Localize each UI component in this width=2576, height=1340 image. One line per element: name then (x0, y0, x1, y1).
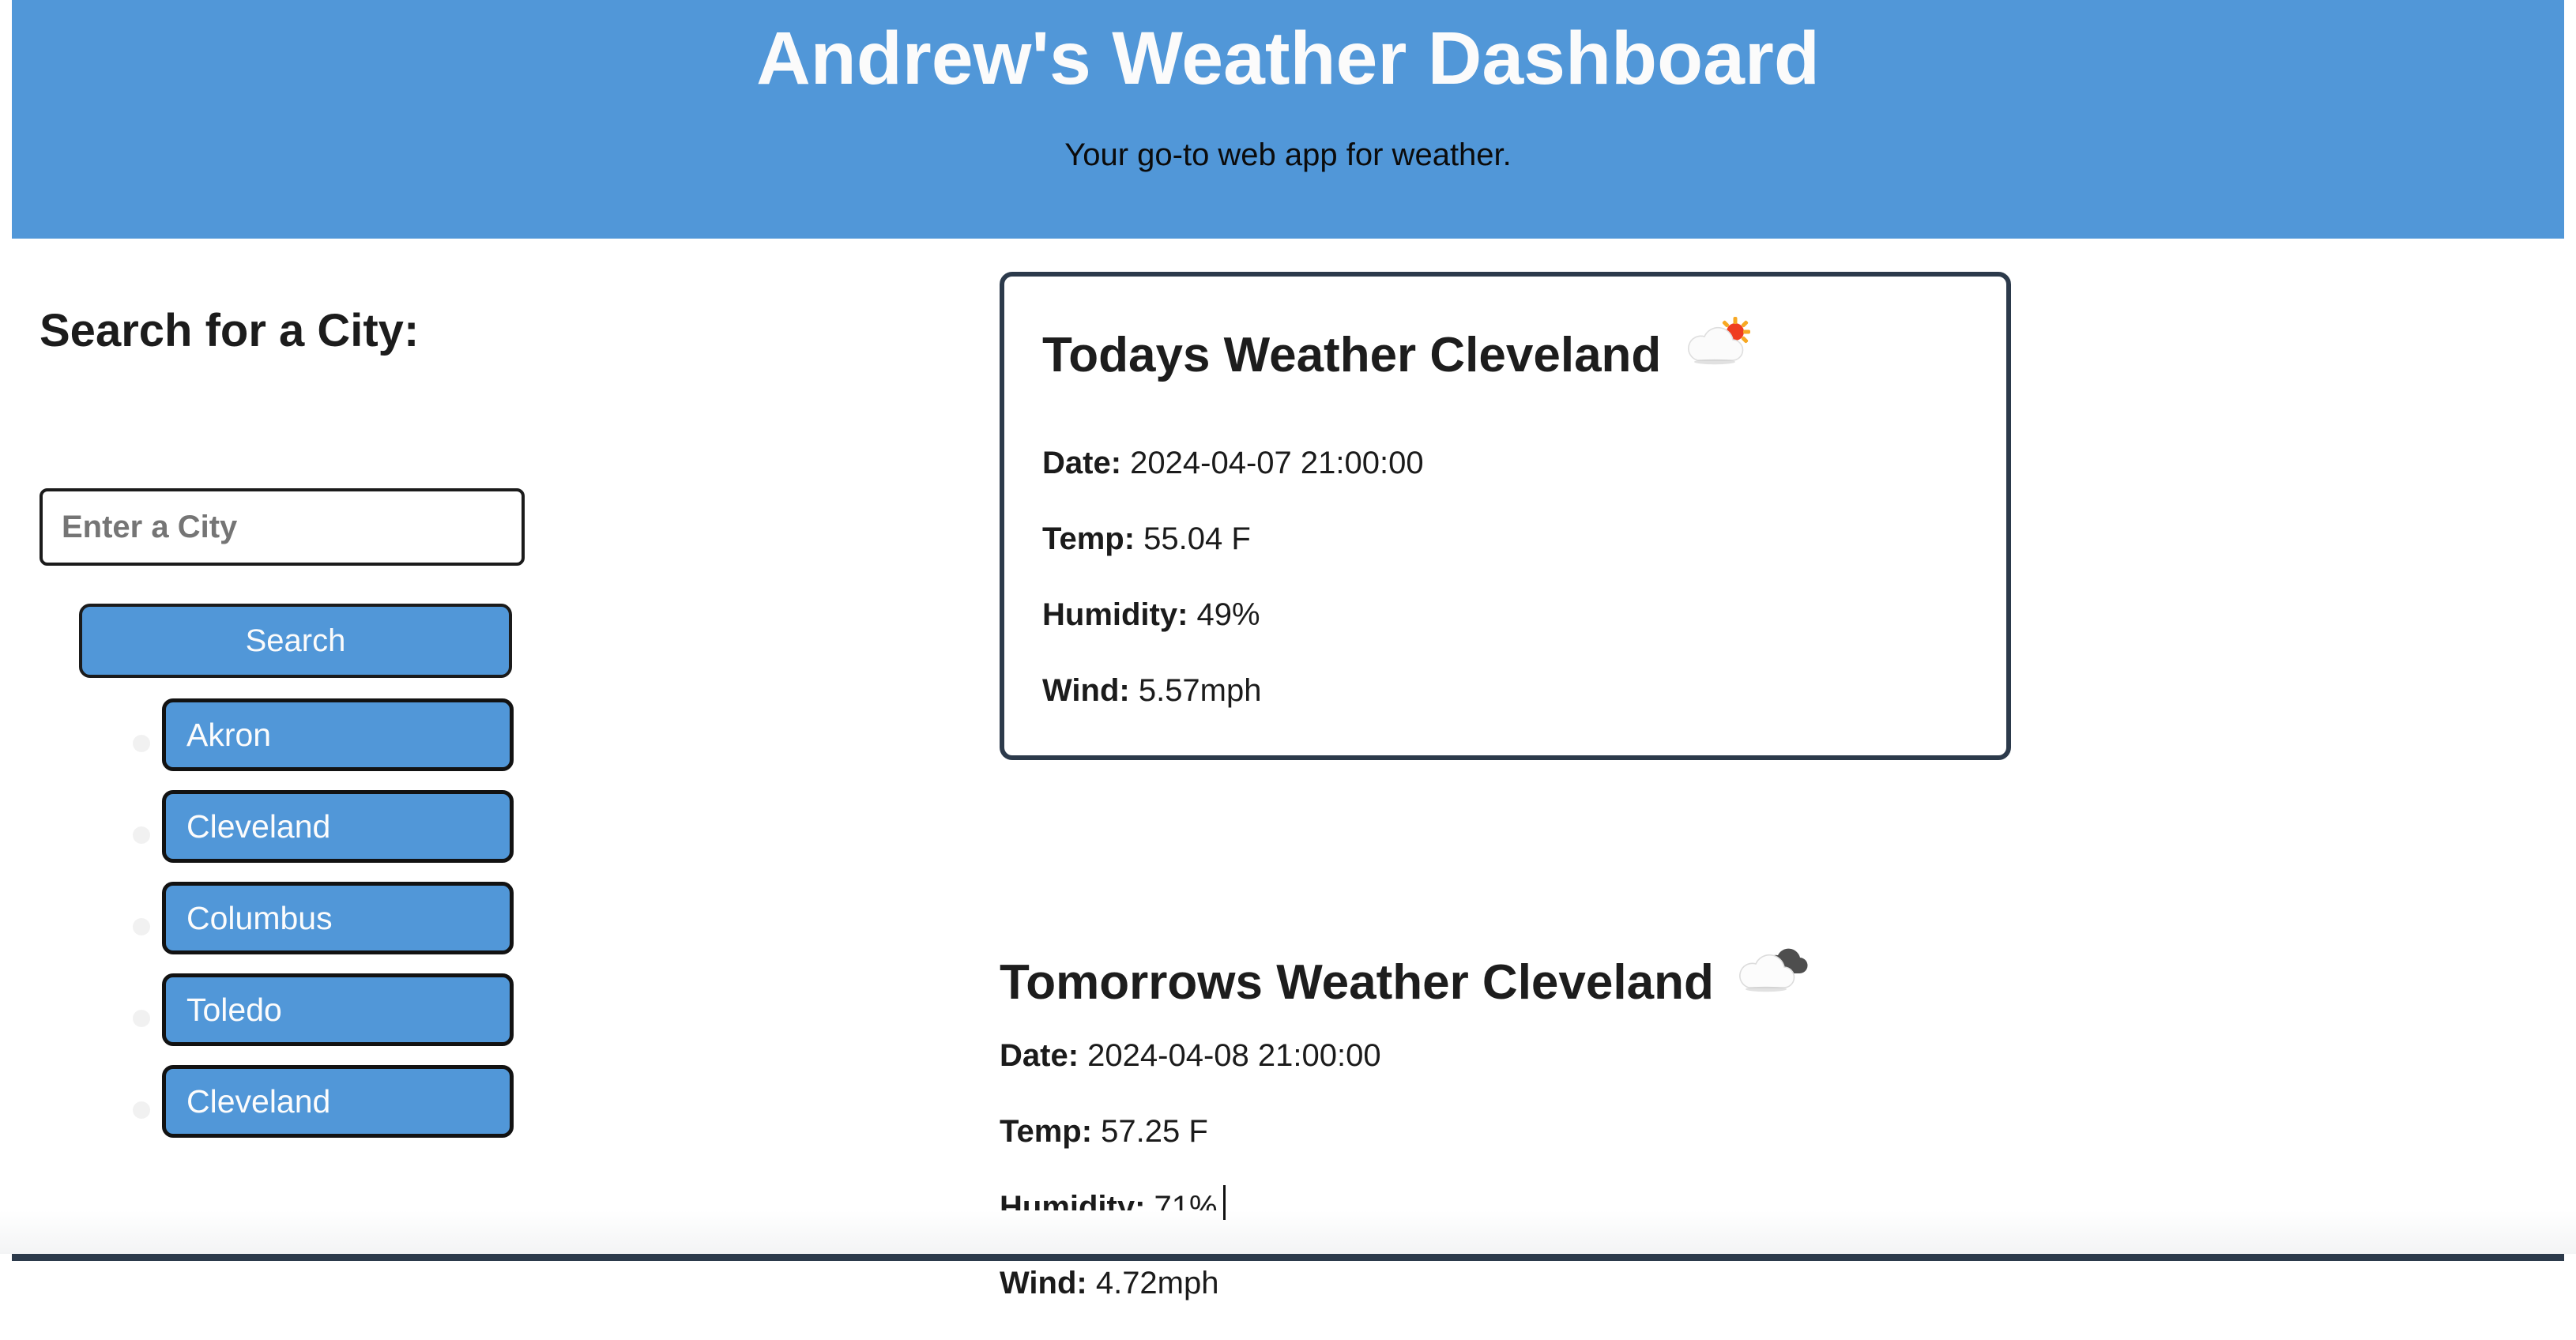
bullet-icon (133, 918, 150, 935)
bullet-icon (133, 1101, 150, 1119)
footer-bar (12, 1254, 2564, 1261)
today-temp-line: Temp: 55.04 F (1042, 520, 1424, 558)
tomorrow-date-line: Date: 2024-04-08 21:00:00 (1000, 1037, 1381, 1075)
tomorrow-temp-value: 57.25 F (1101, 1114, 1208, 1149)
list-item: Akron (40, 698, 593, 790)
today-date-line: Date: 2024-04-07 21:00:00 (1042, 444, 1424, 482)
today-weather-card: Todays Weather Cleveland Date: 2024-04-0… (1000, 272, 2011, 760)
today-humidity-line: Humidity: 49% (1042, 596, 1424, 634)
tomorrow-weather-title: Tomorrows Weather Cleveland (1000, 955, 1714, 1011)
tomorrow-title-row: Tomorrows Weather Cleveland (1000, 942, 1809, 1024)
bullet-icon (133, 1010, 150, 1027)
today-humidity-value: 49% (1196, 597, 1260, 632)
tomorrow-temp-label: Temp: (1000, 1114, 1102, 1149)
tomorrow-temp-line: Temp: 57.25 F (1000, 1112, 1381, 1150)
today-details: Date: 2024-04-07 21:00:00 Temp: 55.04 F … (1042, 444, 1424, 747)
page-title: Andrew's Weather Dashboard (756, 17, 1820, 100)
main-content: Search for a City: Search Akron Clevelan… (0, 239, 2576, 1300)
tomorrow-wind-line: Wind: 4.72mph (1000, 1264, 1381, 1302)
tomorrow-wind-value: 4.72mph (1095, 1266, 1219, 1300)
search-history-list: Akron Cleveland Columbus Toledo Clevelan… (40, 698, 593, 1157)
sun-behind-cloud-icon (1680, 314, 1756, 370)
tomorrow-date-label: Date: (1000, 1038, 1088, 1073)
tomorrow-wind-label: Wind: (1000, 1266, 1096, 1300)
text-caret (1223, 1185, 1226, 1220)
tomorrow-details: Date: 2024-04-08 21:00:00 Temp: 57.25 F … (1000, 1037, 1381, 1340)
today-temp-label: Temp: (1042, 521, 1144, 556)
page-header: Andrew's Weather Dashboard Your go-to we… (12, 0, 2564, 239)
today-title-row: Todays Weather Cleveland (1042, 314, 1756, 397)
footer-fade (0, 1210, 2576, 1254)
history-city-button[interactable]: Columbus (162, 882, 514, 954)
history-city-button[interactable]: Toledo (162, 973, 514, 1046)
today-wind-label: Wind: (1042, 673, 1139, 708)
tomorrow-date-value: 2024-04-08 21:00:00 (1087, 1038, 1381, 1073)
history-city-button[interactable]: Cleveland (162, 790, 514, 863)
search-heading: Search for a City: (40, 305, 420, 356)
list-item: Columbus (40, 882, 593, 973)
bullet-icon (133, 735, 150, 752)
today-wind-line: Wind: 5.57mph (1042, 672, 1424, 710)
page-subtitle: Your go-to web app for weather. (1064, 137, 1512, 172)
list-item: Cleveland (40, 790, 593, 882)
today-humidity-label: Humidity: (1042, 597, 1197, 632)
search-input[interactable] (40, 488, 525, 566)
broken-clouds-icon (1733, 942, 1809, 997)
history-city-button[interactable]: Akron (162, 698, 514, 771)
list-item: Toledo (40, 973, 593, 1065)
today-date-value: 2024-04-07 21:00:00 (1130, 446, 1424, 480)
weather-dashboard-page: Andrew's Weather Dashboard Your go-to we… (0, 0, 2576, 1300)
search-button[interactable]: Search (79, 604, 512, 678)
list-item: Cleveland (40, 1065, 593, 1157)
today-weather-title: Todays Weather Cleveland (1042, 328, 1662, 383)
history-city-button[interactable]: Cleveland (162, 1065, 514, 1138)
today-wind-value: 5.57mph (1138, 673, 1262, 708)
bullet-icon (133, 826, 150, 844)
today-date-label: Date: (1042, 446, 1131, 480)
today-temp-value: 55.04 F (1143, 521, 1251, 556)
